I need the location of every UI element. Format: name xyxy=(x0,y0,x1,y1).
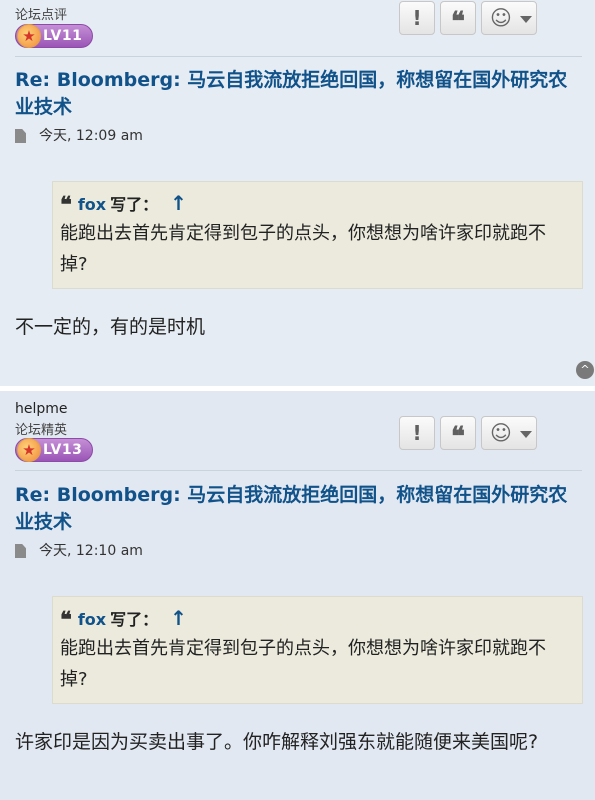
smiley-icon: ☺ xyxy=(490,421,512,445)
post-document-icon[interactable] xyxy=(15,544,26,558)
quote-wrote-label: 写了： xyxy=(110,610,159,629)
level-badge: ★ LV13 xyxy=(15,438,93,462)
post-time: 今天, 12:10 am xyxy=(39,543,143,559)
post-divider xyxy=(15,470,582,471)
quote-button[interactable]: ❝ xyxy=(440,1,476,37)
user-rank: 论坛点评 xyxy=(15,8,68,23)
post-divider xyxy=(15,56,582,57)
post-document-icon[interactable] xyxy=(15,129,26,143)
back-to-top-icon[interactable]: ^ xyxy=(576,361,594,379)
level-label: LV13 xyxy=(43,442,83,458)
quote-button[interactable]: ❝ xyxy=(440,416,476,452)
quote-author[interactable]: fox xyxy=(78,610,106,629)
quote-author[interactable]: fox xyxy=(78,195,106,214)
quote-icon: ❝ xyxy=(451,422,465,452)
quote-icon: ❝ xyxy=(451,7,465,37)
level-label: LV11 xyxy=(43,28,83,44)
post-1: 论坛点评 ★ LV11 ! ❝ ☺ Re: Bloomberg: 马云自我流放拒… xyxy=(0,0,595,386)
level-badge: ★ LV11 xyxy=(15,24,93,48)
username[interactable]: helpme xyxy=(15,401,68,417)
jump-to-post-icon[interactable]: ↑ xyxy=(170,606,187,630)
quote-header: ❝ fox 写了： ↑ xyxy=(60,605,572,633)
rank-star-icon: ★ xyxy=(17,24,41,48)
reaction-button[interactable]: ☺ xyxy=(481,416,537,450)
post-content: 许家印是因为买卖出事了。你咋解释刘强东就能随便来美国呢? xyxy=(15,731,539,753)
quote-block: ❝ fox 写了： ↑ 能跑出去首先肯定得到包子的点头，你想想为啥许家印就跑不掉? xyxy=(52,181,583,289)
report-button[interactable]: ! xyxy=(399,1,435,35)
jump-to-post-icon[interactable]: ↑ xyxy=(170,191,187,215)
rank-star-icon: ★ xyxy=(17,438,41,462)
exclamation-icon: ! xyxy=(412,6,422,30)
post-title[interactable]: Re: Bloomberg: 马云自我流放拒绝回国，称想留在国外研究农业技术 xyxy=(15,482,580,536)
reaction-button[interactable]: ☺ xyxy=(481,1,537,35)
quote-wrote-label: 写了： xyxy=(110,195,159,214)
quote-mark-icon: ❝ xyxy=(60,607,72,633)
chevron-down-icon xyxy=(520,431,532,438)
quote-text: 能跑出去首先肯定得到包子的点头，你想想为啥许家印就跑不掉? xyxy=(60,223,546,275)
quote-block: ❝ fox 写了： ↑ 能跑出去首先肯定得到包子的点头，你想想为啥许家印就跑不掉? xyxy=(52,596,583,704)
report-button[interactable]: ! xyxy=(399,416,435,450)
quote-text: 能跑出去首先肯定得到包子的点头，你想想为啥许家印就跑不掉? xyxy=(60,638,546,690)
exclamation-icon: ! xyxy=(412,421,422,445)
post-time: 今天, 12:09 am xyxy=(39,128,143,144)
post-content: 不一定的，有的是时机 xyxy=(15,316,206,338)
user-rank: 论坛精英 xyxy=(15,423,68,438)
smiley-icon: ☺ xyxy=(490,6,512,30)
quote-header: ❝ fox 写了： ↑ xyxy=(60,190,572,218)
post-title[interactable]: Re: Bloomberg: 马云自我流放拒绝回国，称想留在国外研究农业技术 xyxy=(15,67,580,121)
chevron-down-icon xyxy=(520,16,532,23)
quote-mark-icon: ❝ xyxy=(60,192,72,218)
post-2: helpme 论坛精英 ★ LV13 ! ❝ ☺ Re: Bloomberg: … xyxy=(0,391,595,800)
